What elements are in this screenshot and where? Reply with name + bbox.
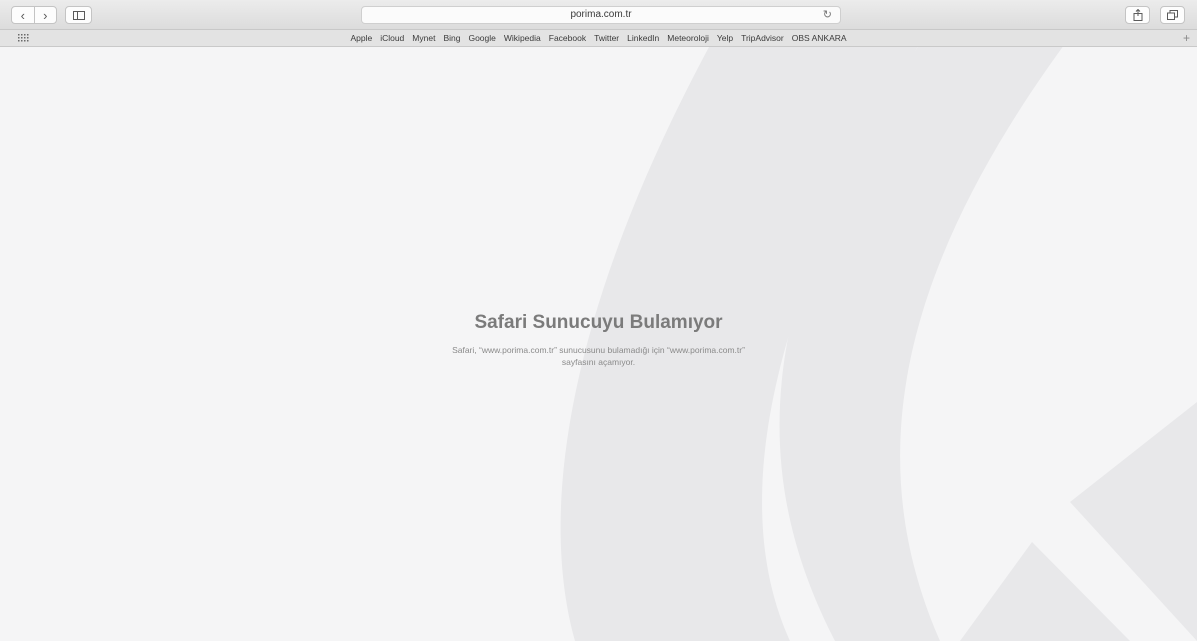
bookmark-item[interactable]: Facebook — [545, 30, 590, 46]
error-message-line: Safari, “www.porima.com.tr” sunucusunu b… — [452, 345, 745, 355]
bookmark-item[interactable]: LinkedIn — [623, 30, 663, 46]
error-title: Safari Sunucuyu Bulamıyor — [474, 312, 723, 333]
nav-buttons: ‹ › — [11, 6, 57, 24]
share-icon — [1133, 9, 1142, 21]
bookmark-item[interactable]: Twitter — [590, 30, 623, 46]
bookmark-list: Apple iCloud Mynet Bing Google Wikipedia… — [0, 30, 1197, 46]
url-text: porima.com.tr — [570, 9, 632, 20]
bookmark-item[interactable]: Mynet — [408, 30, 439, 46]
share-button[interactable] — [1125, 6, 1150, 24]
chevron-left-icon: ‹ — [20, 7, 25, 23]
reload-icon[interactable]: ↻ — [823, 7, 832, 23]
bookmark-item[interactable]: Meteoroloji — [663, 30, 713, 46]
bookmark-item[interactable]: Yelp — [713, 30, 737, 46]
bookmark-item[interactable]: iCloud — [376, 30, 408, 46]
chevron-right-icon: › — [43, 7, 48, 23]
bookmark-item[interactable]: Wikipedia — [500, 30, 545, 46]
bookmark-item[interactable]: Apple — [346, 30, 376, 46]
bookmark-item[interactable]: Google — [464, 30, 499, 46]
error-message-line: sayfasını açamıyor. — [561, 357, 636, 367]
sidebar-icon — [72, 10, 85, 20]
error-message: Safari, “www.porima.com.tr” sunucusunu b… — [0, 344, 1197, 368]
browser-toolbar: ‹ › porima.com.tr ↻ — [0, 0, 1197, 30]
bookmarks-bar: Apple iCloud Mynet Bing Google Wikipedia… — [0, 30, 1197, 47]
add-bookmark-icon[interactable]: + — [1183, 30, 1190, 46]
tabs-icon — [1167, 10, 1178, 20]
forward-button[interactable]: › — [33, 7, 57, 23]
bookmark-item[interactable]: TripAdvisor — [737, 30, 788, 46]
tabs-button[interactable] — [1160, 6, 1185, 24]
sidebar-button[interactable] — [65, 6, 92, 24]
bookmark-item[interactable]: OBS ANKARA — [788, 30, 851, 46]
page-content: Safari Sunucuyu Bulamıyor Safari, “www.p… — [0, 47, 1197, 641]
bookmark-item[interactable]: Bing — [439, 30, 464, 46]
back-button[interactable]: ‹ — [12, 7, 34, 23]
address-bar[interactable]: porima.com.tr ↻ — [361, 6, 841, 24]
